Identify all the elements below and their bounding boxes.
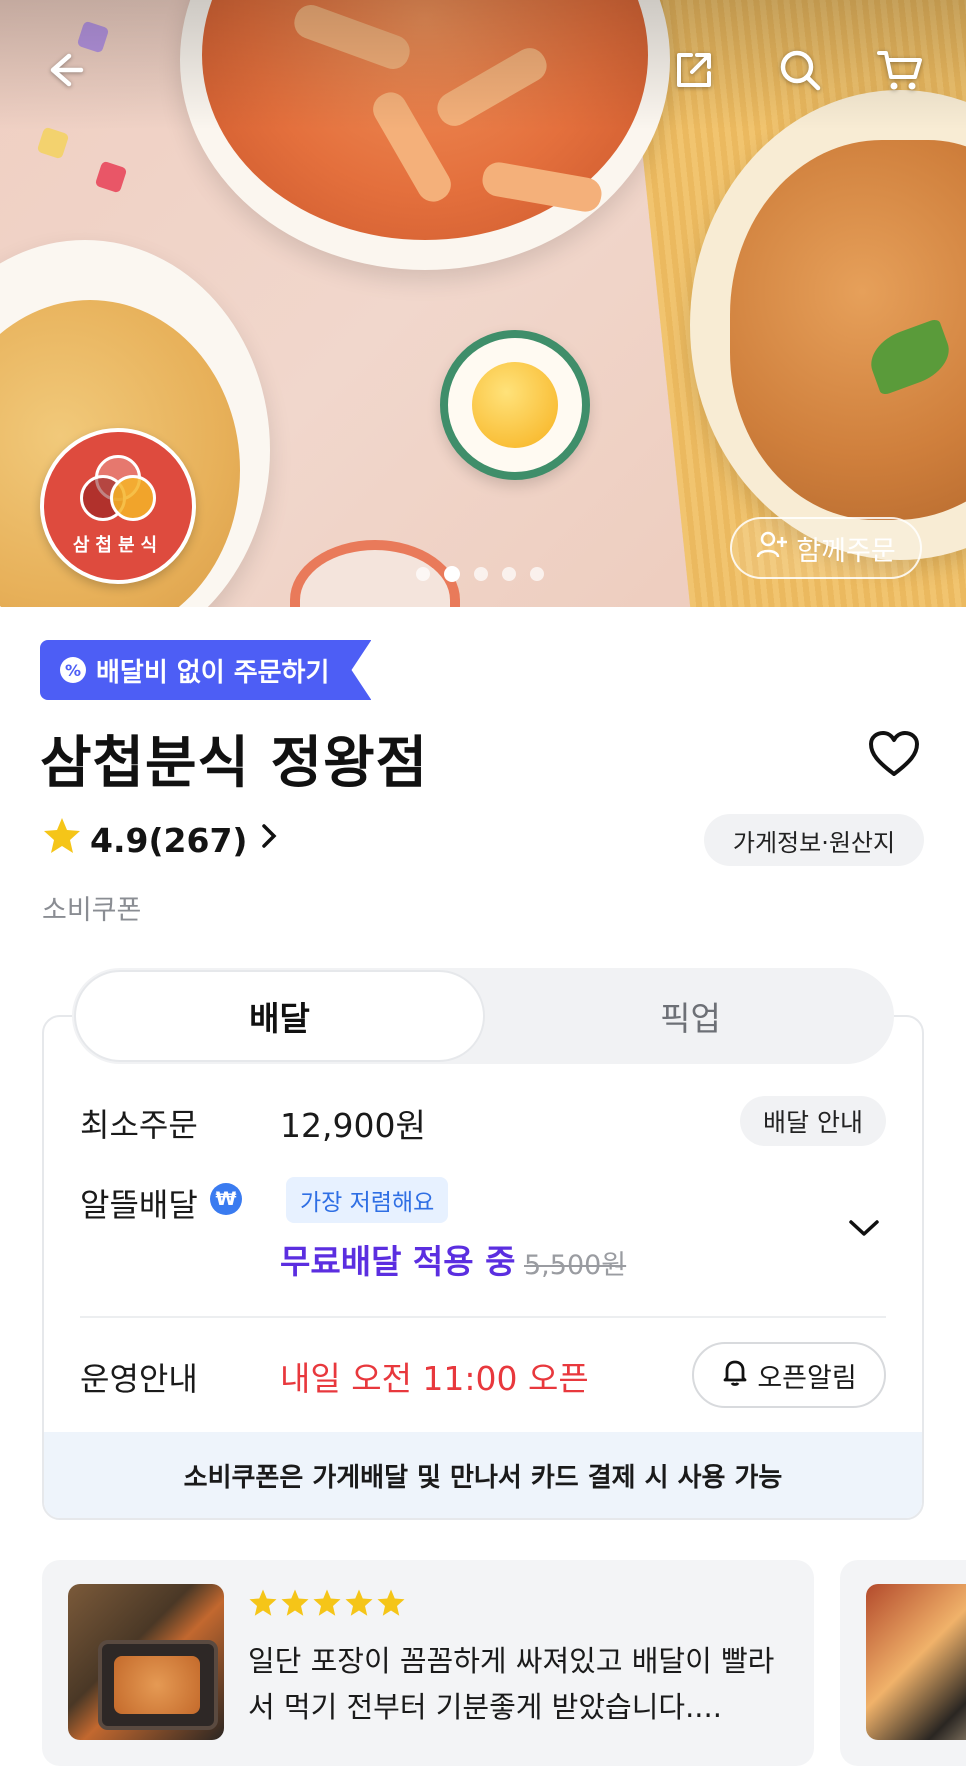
- review-card[interactable]: [840, 1560, 966, 1766]
- heart-icon: [868, 730, 920, 782]
- saver-delivery-label: 알뜰배달: [80, 1186, 198, 1224]
- cheapest-badge: 가장 저렴해요: [286, 1177, 449, 1223]
- review-photo: [68, 1584, 224, 1740]
- arrow-left-icon: [41, 47, 87, 97]
- carousel-dot: [416, 567, 430, 581]
- rating-value: 4.9: [90, 820, 149, 860]
- carousel-dot: [530, 567, 544, 581]
- no-delivery-fee-tag[interactable]: % 배달비 없이 주문하기: [40, 640, 372, 700]
- dice-decoration: [36, 126, 70, 160]
- min-order-label: 최소주문: [80, 1106, 198, 1144]
- free-delivery-text: 무료배달 적용 중: [280, 1242, 516, 1281]
- review-photo: [866, 1584, 966, 1740]
- coupon-notice: 소비쿠폰은 가게배달 및 만나서 카드 결제 시 사용 가능: [44, 1432, 922, 1518]
- store-logo: 삼첩분식: [40, 428, 196, 584]
- star-icon: [377, 1589, 405, 1616]
- expand-delivery-button[interactable]: [846, 1212, 882, 1248]
- star-icon: [42, 816, 82, 864]
- carousel-indicator: [416, 566, 544, 582]
- dice-decoration: [94, 160, 128, 194]
- tab-pickup[interactable]: 픽업: [487, 968, 894, 1064]
- logo-text: 삼첩분식: [72, 535, 164, 556]
- star-icon: [249, 1589, 277, 1616]
- star-icon: [345, 1589, 373, 1616]
- search-button[interactable]: [772, 44, 828, 100]
- promo-tag-label: 배달비 없이 주문하기: [96, 657, 330, 688]
- share-button[interactable]: [666, 44, 722, 100]
- sauce-dish-image: [440, 330, 590, 480]
- star-icon: [313, 1589, 341, 1616]
- group-order-label: 함께주문: [796, 535, 896, 567]
- tab-delivery[interactable]: 배달: [74, 970, 485, 1062]
- open-time-text: 내일 오전 11:00 오픈: [280, 1359, 589, 1398]
- hours-label: 운영안내: [80, 1360, 198, 1398]
- bell-icon: [721, 1357, 749, 1394]
- add-person-icon: [756, 529, 788, 568]
- delivery-guide-button[interactable]: 배달 안내: [740, 1096, 886, 1146]
- rating-link[interactable]: 4.9 (267): [42, 816, 278, 864]
- cart-icon: [875, 45, 925, 99]
- coupon-label: 소비쿠폰: [42, 895, 142, 926]
- divider: [80, 1316, 886, 1318]
- chevron-down-icon: [848, 1218, 880, 1242]
- review-text: 일단 포장이 꼼꼼하게 싸져있고 배달이 빨라서 먹기 전부터 기분좋게 받았습…: [248, 1644, 775, 1724]
- store-name: 삼첩분식 정왕점: [40, 731, 429, 796]
- cart-button[interactable]: [872, 44, 928, 100]
- carousel-dot: [444, 566, 460, 582]
- group-order-button[interactable]: 함께주문: [730, 517, 922, 579]
- min-order-value: 12,900원: [280, 1106, 426, 1145]
- favorite-button[interactable]: [866, 728, 922, 784]
- won-icon: ₩: [210, 1183, 242, 1215]
- percent-icon: %: [60, 657, 86, 683]
- share-icon: [671, 47, 717, 97]
- order-type-tabs: 배달 픽업: [72, 968, 894, 1064]
- carousel-dot: [474, 567, 488, 581]
- carousel-dot: [502, 567, 516, 581]
- search-icon: [776, 46, 824, 98]
- store-info-button[interactable]: 가게정보·원산지: [704, 814, 924, 866]
- chevron-right-icon: [260, 822, 278, 858]
- star-icon: [281, 1589, 309, 1616]
- open-alarm-button[interactable]: 오픈알림: [692, 1342, 886, 1408]
- back-button[interactable]: [36, 44, 92, 100]
- original-delivery-fee: 5,500원: [524, 1250, 627, 1281]
- open-alarm-label: 오픈알림: [757, 1362, 857, 1394]
- review-stars: [248, 1588, 406, 1618]
- review-card[interactable]: 일단 포장이 꼼꼼하게 싸져있고 배달이 빨라서 먹기 전부터 기분좋게 받았습…: [42, 1560, 814, 1766]
- review-count: (267): [148, 820, 248, 860]
